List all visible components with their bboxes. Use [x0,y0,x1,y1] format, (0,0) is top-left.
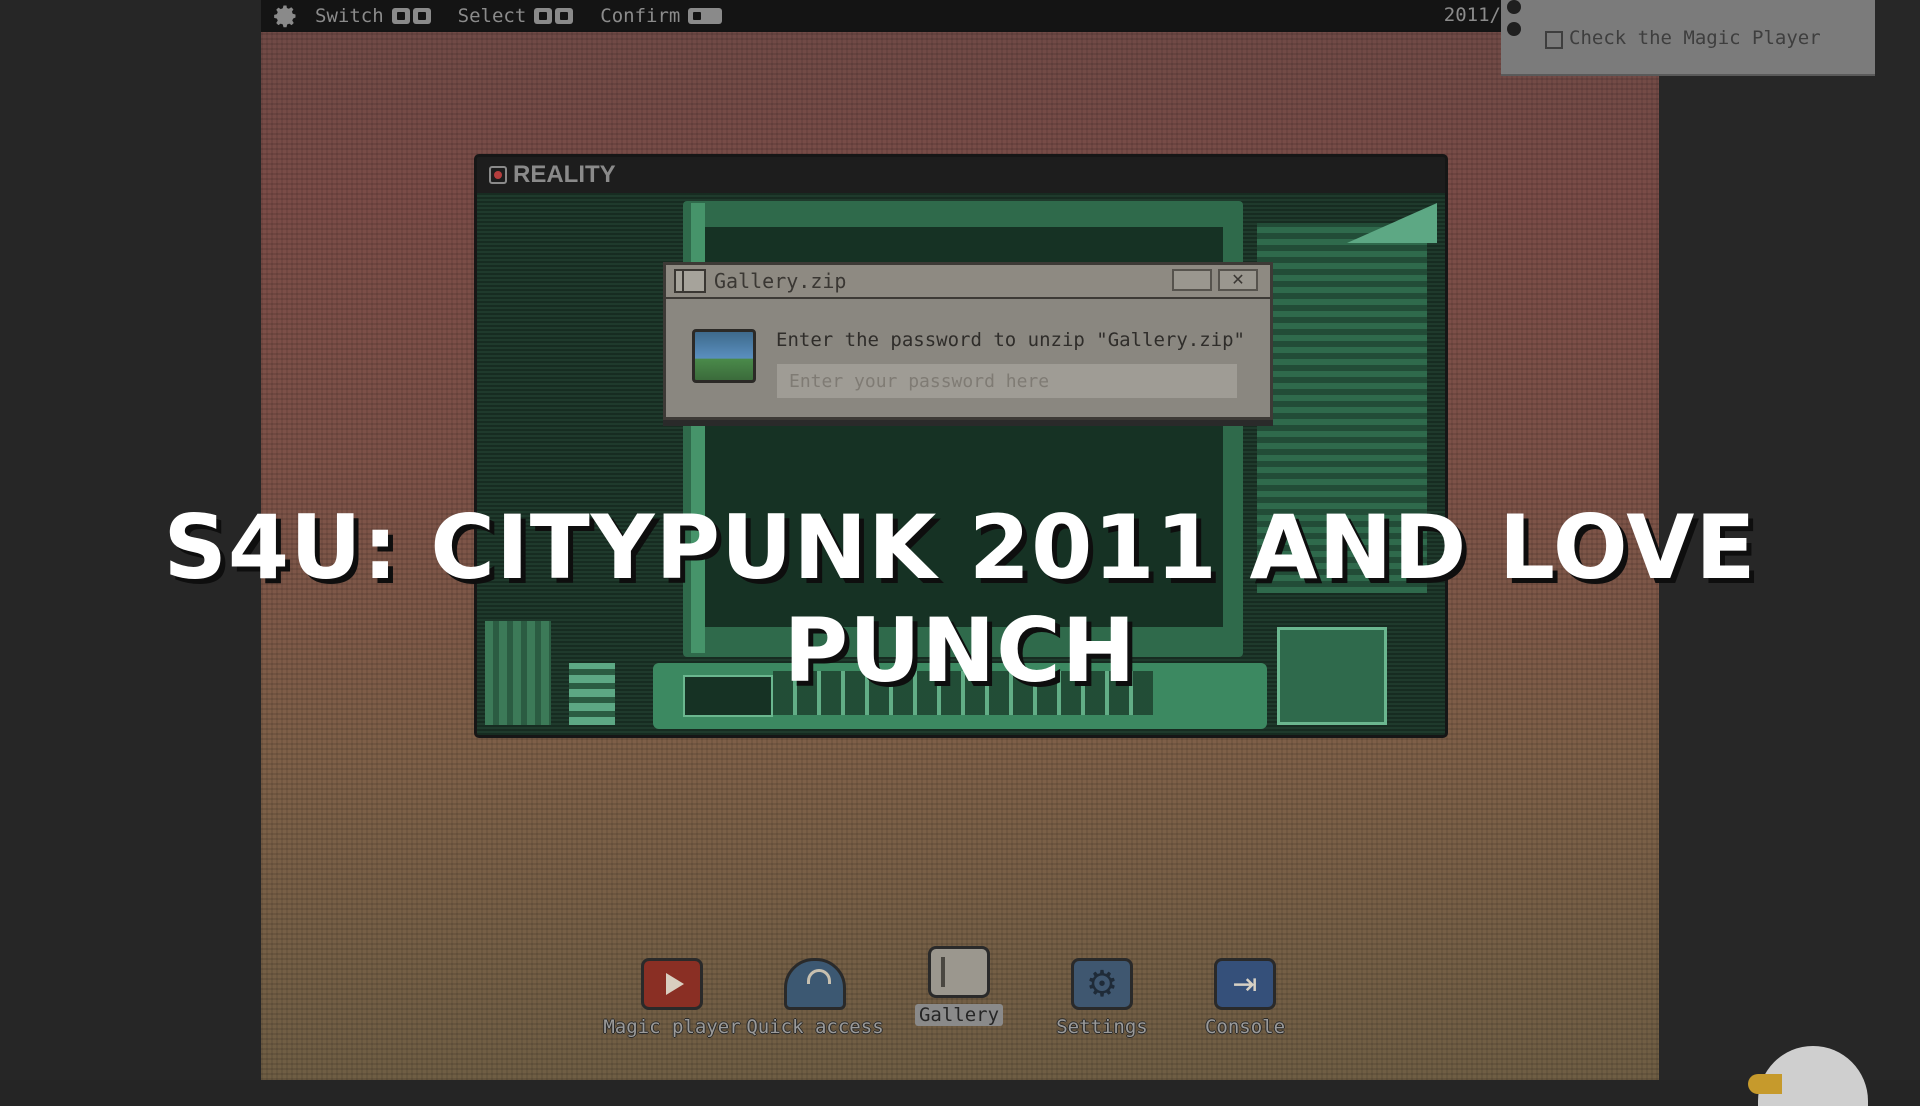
minimize-button[interactable] [1172,269,1212,291]
dock-item-quick-access[interactable]: Quick access [740,958,890,1038]
hint-confirm-label: Confirm [600,5,681,27]
game-clock: 2011/ [1443,4,1501,26]
dock-item-console[interactable]: Console [1170,958,1320,1038]
gallery-icon [928,946,990,998]
down-key-icon [555,8,574,24]
dock-label-quick-access: Quick access [746,1016,884,1038]
hint-switch-label: Switch [315,5,384,27]
gear-icon [1071,958,1133,1010]
close-button[interactable]: ✕ [1218,269,1258,291]
dock-item-magic-player[interactable]: Magic player [597,958,747,1038]
password-input[interactable] [776,363,1238,399]
task-notification: Check the Magic Player [1501,0,1875,76]
record-icon [489,166,507,184]
pin-icon [1507,22,1521,36]
image-file-icon [692,329,756,383]
task-label: Check the Magic Player [1569,27,1821,49]
zip-file-icon [674,269,706,293]
light-beam [1347,203,1437,243]
dock-item-gallery[interactable]: Gallery [884,946,1034,1026]
dock-label-settings: Settings [1056,1016,1148,1038]
duck-beak [1748,1074,1782,1094]
headline-title: S4U: CITYPUNK 2011 AND LOVE PUNCH [163,496,1757,702]
dock-label-gallery: Gallery [914,1004,1004,1026]
dialog-titlebar: Gallery.zip ✕ [666,265,1270,299]
cloud-icon [784,958,846,1010]
enter-key-icon [688,8,723,24]
up-key-icon [534,8,553,24]
reality-titlebar: REALITY [477,157,1445,193]
reality-title: REALITY [513,161,616,188]
hint-select-label: Select [457,5,527,27]
play-icon [641,958,703,1010]
dialog-prompt: Enter the password to unzip "Gallery.zip… [776,329,1245,351]
controls-hint-bar: Switch Select Confirm 2011/ [261,0,1501,32]
duck-mascot [1748,1036,1868,1106]
dock-item-settings[interactable]: Settings [1027,958,1177,1038]
dock-label-console: Console [1204,1016,1286,1038]
task-checkbox[interactable] [1545,31,1563,49]
pin-icon [1507,0,1521,14]
l1-key-icon [391,8,410,24]
hint-select: Select [458,5,577,27]
dock-label-magic-player: Magic player [603,1016,741,1038]
hint-switch: Switch [315,5,434,27]
settings-gear-icon[interactable] [271,2,299,30]
dialog-title: Gallery.zip [714,269,847,293]
password-dialog: Gallery.zip ✕ Enter the password to unzi… [663,262,1273,420]
dialog-body: Enter the password to unzip "Gallery.zip… [666,299,1270,417]
exit-icon [1214,958,1276,1010]
hint-confirm: Confirm [600,5,725,27]
r1-key-icon [412,8,431,24]
